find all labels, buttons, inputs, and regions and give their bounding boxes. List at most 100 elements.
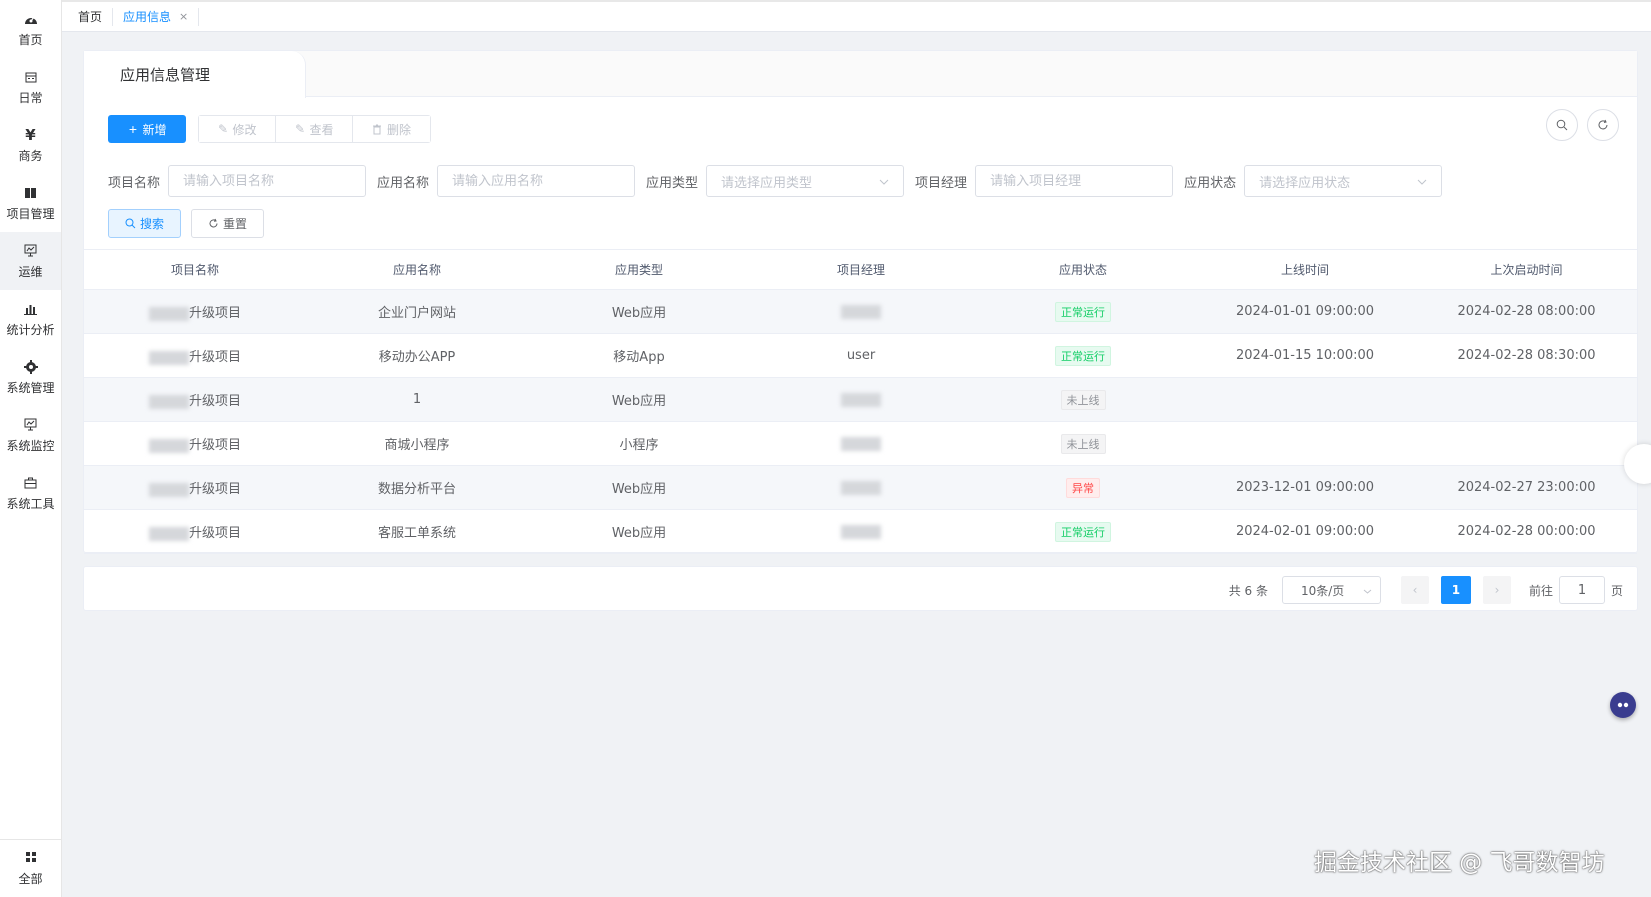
chevron-left-icon: ‹ bbox=[1412, 583, 1418, 597]
project-name-input[interactable] bbox=[168, 165, 367, 197]
column-header[interactable]: 应用状态 bbox=[972, 249, 1194, 290]
table-row[interactable]: 升级项目 商城小程序 小程序 未上线 bbox=[84, 421, 1637, 466]
cell-online: 2024-01-15 10:00:00 bbox=[1194, 333, 1416, 378]
cell-last: 2024-02-28 08:00:00 bbox=[1416, 289, 1637, 334]
cell-online bbox=[1194, 421, 1416, 466]
reset-button-label: 重置 bbox=[222, 217, 247, 231]
column-header[interactable]: 应用类型 bbox=[528, 249, 750, 290]
sidebar-all-button[interactable]: 全部 bbox=[0, 839, 61, 897]
status-badge: 正常运行 bbox=[1055, 521, 1111, 542]
status-select[interactable]: 请选择应用状态 bbox=[1244, 165, 1443, 197]
cell-project: 升级项目 bbox=[84, 509, 306, 554]
toolbar: + 新增 ✎ 修改 ✎ 查看 删除 bbox=[108, 115, 431, 143]
column-header[interactable]: 项目名称 bbox=[84, 249, 306, 290]
table-header-row: 项目名称 应用名称 应用类型 项目经理 应用状态 上线时间 上次启动时间 bbox=[84, 249, 1637, 290]
project-name-text: 升级项目 bbox=[188, 394, 241, 409]
tab-app-info[interactable]: 应用信息 × bbox=[113, 7, 200, 26]
calendar-icon bbox=[23, 69, 39, 85]
tab-label: 首页 bbox=[78, 10, 103, 24]
assistant-bot-icon[interactable] bbox=[1610, 692, 1636, 718]
sidebar-item-stats[interactable]: 统计分析 bbox=[0, 290, 61, 348]
filter-form: 项目名称 应用名称 应用类型 请选择应用类型 项目经理 应用状态 请选择应用状态 bbox=[108, 165, 1453, 197]
page-number-current[interactable]: 1 bbox=[1440, 576, 1471, 604]
cell-status: 正常运行 bbox=[972, 333, 1194, 378]
edit-button-label: 修改 bbox=[232, 122, 257, 137]
reset-button[interactable]: 重置 bbox=[191, 209, 264, 238]
app-type-select[interactable]: 请选择应用类型 bbox=[706, 165, 905, 197]
goto-page-input[interactable]: 1 bbox=[1558, 576, 1605, 604]
app-table: 项目名称 应用名称 应用类型 项目经理 应用状态 上线时间 上次启动时间 升级项… bbox=[84, 249, 1637, 554]
app-name-input[interactable] bbox=[437, 165, 636, 197]
redacted-text bbox=[148, 394, 189, 409]
yen-icon: ¥ bbox=[25, 125, 36, 144]
table-row[interactable]: 升级项目 1 Web应用 未上线 bbox=[84, 377, 1637, 422]
redacted-text bbox=[148, 306, 189, 321]
cell-status: 正常运行 bbox=[972, 509, 1194, 554]
edit-icon: ✎ bbox=[217, 122, 229, 136]
refresh-icon bbox=[1597, 116, 1609, 135]
table-row[interactable]: 升级项目 企业门户网站 Web应用 正常运行 2024-01-01 09:00:… bbox=[84, 289, 1637, 334]
column-header[interactable]: 上线时间 bbox=[1194, 249, 1416, 290]
view-button[interactable]: ✎ 查看 bbox=[276, 116, 353, 142]
cell-app: 数据分析平台 bbox=[306, 465, 528, 510]
sidebar-item-monitor[interactable]: 系统监控 bbox=[0, 406, 61, 464]
add-button[interactable]: + 新增 bbox=[108, 115, 186, 143]
redacted-text bbox=[841, 480, 881, 495]
prev-page-button[interactable]: ‹ bbox=[1400, 576, 1429, 604]
delete-button[interactable]: 删除 bbox=[353, 116, 430, 142]
search-button[interactable]: 搜索 bbox=[108, 209, 181, 238]
sidebar-item-project[interactable]: 项目管理 bbox=[0, 174, 61, 232]
trash-icon bbox=[372, 124, 383, 135]
dashboard-icon bbox=[23, 11, 39, 27]
project-name-text: 升级项目 bbox=[188, 438, 241, 453]
redacted-text bbox=[148, 526, 189, 541]
manager-input[interactable] bbox=[975, 165, 1174, 197]
main-card: 应用信息管理 + 新增 ✎ 修改 ✎ 查看 删除 项目名称 请输入项目名称 应用… bbox=[83, 50, 1638, 554]
tab-home[interactable]: 首页 bbox=[68, 7, 114, 26]
cell-app: 1 bbox=[306, 377, 528, 422]
pagination: 共 6 条 10条/页 ‹ 1 › 前往 1 页 bbox=[1229, 576, 1623, 604]
close-icon[interactable]: × bbox=[179, 10, 188, 23]
cell-manager: user bbox=[750, 333, 972, 378]
goto-label: 前往 bbox=[1528, 583, 1553, 598]
table-row[interactable]: 升级项目 数据分析平台 Web应用 异常 2023-12-01 09:00:00… bbox=[84, 465, 1637, 510]
column-header[interactable]: 上次启动时间 bbox=[1416, 249, 1637, 290]
sidebar-item-home[interactable]: 首页 bbox=[0, 0, 61, 58]
cell-status: 正常运行 bbox=[972, 289, 1194, 334]
app-type-placeholder: 请选择应用类型 bbox=[721, 175, 813, 191]
cell-project: 升级项目 bbox=[84, 333, 306, 378]
book-icon bbox=[23, 185, 39, 201]
status-badge: 未上线 bbox=[1060, 389, 1106, 410]
column-header[interactable]: 应用名称 bbox=[306, 249, 528, 290]
page-size-value: 10条/页 bbox=[1300, 583, 1345, 598]
sidebar-item-ops[interactable]: 运维 bbox=[0, 232, 61, 290]
cell-status: 未上线 bbox=[972, 421, 1194, 466]
manager-label: 项目经理 bbox=[915, 175, 968, 191]
refresh-button[interactable] bbox=[1587, 109, 1619, 141]
sidebar-item-label: 系统管理 bbox=[6, 380, 55, 395]
next-page-button[interactable]: › bbox=[1482, 576, 1511, 604]
cell-last bbox=[1416, 421, 1637, 466]
sidebar-item-business[interactable]: ¥ 商务 bbox=[0, 116, 61, 174]
sidebar-item-system[interactable]: 系统管理 bbox=[0, 348, 61, 406]
table-row[interactable]: 升级项目 客服工单系统 Web应用 正常运行 2024-02-01 09:00:… bbox=[84, 509, 1637, 554]
search-icon bbox=[125, 218, 136, 229]
table-row[interactable]: 升级项目 移动办公APP 移动App user 正常运行 2024-01-15 … bbox=[84, 333, 1637, 378]
redacted-text bbox=[841, 436, 881, 451]
action-button-group: ✎ 修改 ✎ 查看 删除 bbox=[198, 115, 431, 143]
cell-type: Web应用 bbox=[528, 509, 750, 554]
status-badge: 未上线 bbox=[1060, 433, 1106, 454]
chevron-down-icon bbox=[1417, 174, 1427, 189]
page-size-select[interactable]: 10条/页 bbox=[1281, 576, 1381, 604]
column-header[interactable]: 项目经理 bbox=[750, 249, 972, 290]
status-label: 应用状态 bbox=[1184, 175, 1237, 191]
cell-manager bbox=[750, 377, 972, 422]
chevron-right-icon: › bbox=[1494, 583, 1500, 597]
sidebar-item-daily[interactable]: 日常 bbox=[0, 58, 61, 116]
sidebar-item-tools[interactable]: 系统工具 bbox=[0, 464, 61, 522]
edit-button[interactable]: ✎ 修改 bbox=[199, 116, 276, 142]
toggle-search-button[interactable] bbox=[1546, 109, 1578, 141]
monitor-icon bbox=[23, 243, 39, 259]
gear-icon bbox=[23, 359, 39, 375]
cell-project: 升级项目 bbox=[84, 289, 306, 334]
